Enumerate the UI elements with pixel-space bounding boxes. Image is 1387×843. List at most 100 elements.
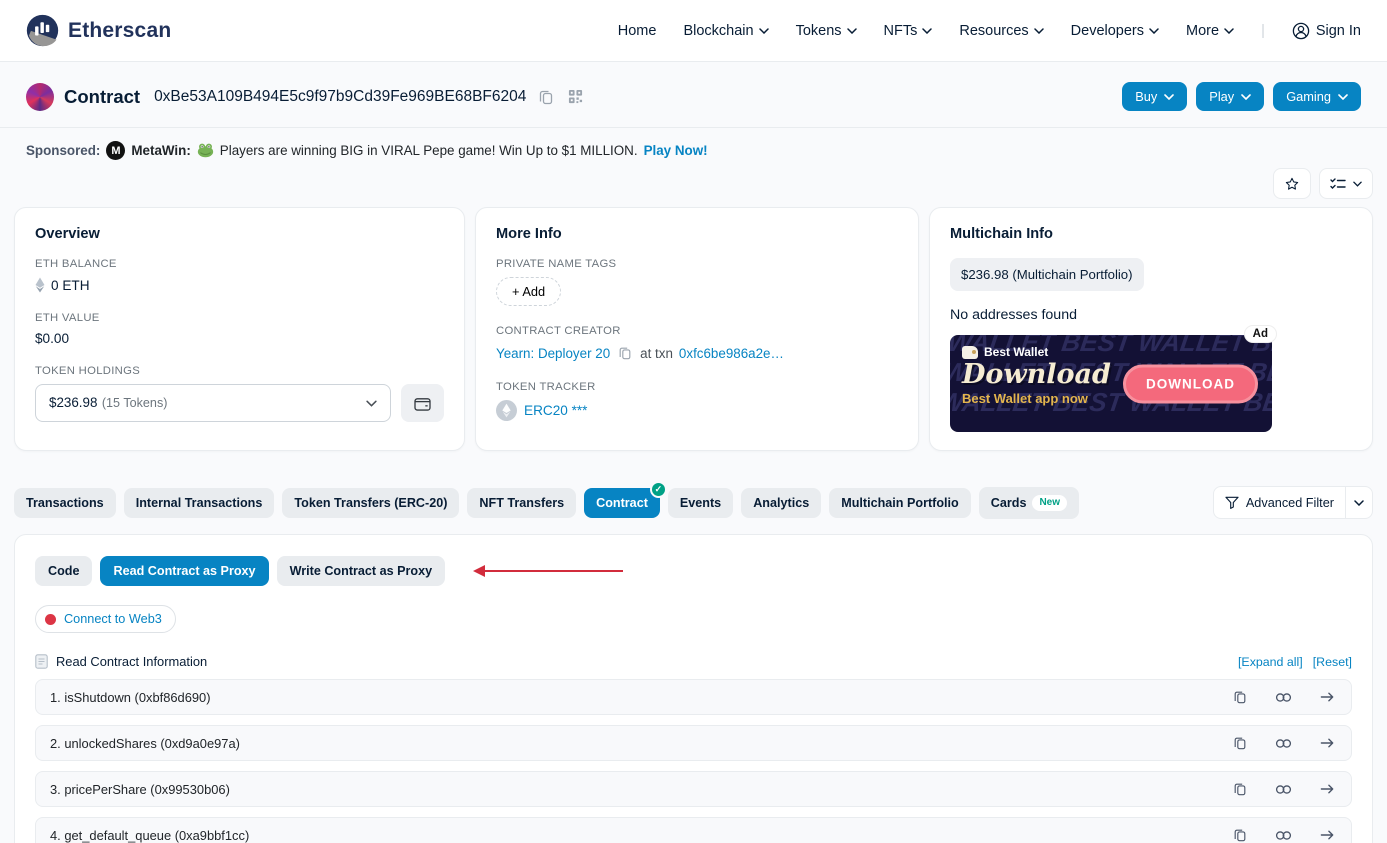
- checklist-icon: [1330, 177, 1346, 191]
- add-name-tag-button[interactable]: + Add: [496, 277, 561, 306]
- subtab-read-contract-as-proxy[interactable]: Read Contract as Proxy: [100, 556, 268, 586]
- creator-link[interactable]: Yearn: Deployer 20: [496, 346, 610, 361]
- tab-contract[interactable]: Contract ✓: [584, 488, 660, 518]
- tab-transactions[interactable]: Transactions: [14, 488, 116, 518]
- nav-item-nfts[interactable]: NFTs: [884, 23, 933, 39]
- subtab-write-contract-as-proxy[interactable]: Write Contract as Proxy: [277, 556, 446, 586]
- utility-row: [0, 160, 1387, 205]
- more-info-card: More Info PRIVATE NAME TAGS + Add CONTRA…: [475, 207, 919, 451]
- link-icon: [1275, 784, 1292, 795]
- nav-item-more[interactable]: More: [1186, 23, 1234, 39]
- open-method-button[interactable]: [1318, 827, 1337, 843]
- open-method-button[interactable]: [1318, 689, 1337, 705]
- copy-icon: [538, 89, 554, 105]
- open-method-button[interactable]: [1318, 781, 1337, 797]
- method-row[interactable]: 2. unlockedShares (0xd9a0e97a): [35, 725, 1352, 761]
- etherscan-logo[interactable]: Etherscan: [26, 14, 171, 47]
- header-actions: Buy Play Gaming: [1122, 82, 1361, 111]
- contract-avatar: [26, 83, 54, 111]
- eth-value: $0.00: [35, 331, 444, 346]
- token-tracker-link[interactable]: ERC20 ***: [524, 403, 587, 418]
- copy-method-button[interactable]: [1231, 826, 1249, 843]
- multichain-info-card: Multichain Info $236.98 (Multichain Port…: [929, 207, 1373, 451]
- nav-item-blockchain[interactable]: Blockchain: [683, 23, 768, 39]
- sponsored-message: Players are winning BIG in VIRAL Pepe ga…: [220, 143, 638, 158]
- new-badge: New: [1032, 495, 1067, 511]
- nav-item-resources[interactable]: Resources: [959, 23, 1043, 39]
- copy-creator-button[interactable]: [616, 344, 634, 362]
- wallet-button[interactable]: [401, 384, 444, 422]
- connection-status-dot: [45, 614, 56, 625]
- verified-check-icon: ✓: [650, 481, 667, 498]
- buy-button[interactable]: Buy: [1122, 82, 1187, 111]
- permalink-button[interactable]: [1273, 782, 1294, 797]
- expand-all-link[interactable]: [Expand all]: [1238, 655, 1303, 669]
- chevron-down-icon: [1241, 94, 1251, 100]
- creation-txn-link[interactable]: 0xfc6be986a2e…: [679, 346, 784, 361]
- favorite-button[interactable]: [1273, 168, 1311, 199]
- filter-dropdown-button[interactable]: [1346, 487, 1372, 518]
- copy-method-button[interactable]: [1231, 688, 1249, 706]
- section-title-text: Read Contract Information: [56, 654, 207, 669]
- chevron-down-icon: [1224, 28, 1234, 34]
- copy-method-button[interactable]: [1231, 780, 1249, 798]
- annotation-arrow-icon: [473, 565, 623, 577]
- permalink-button[interactable]: [1273, 828, 1294, 843]
- sponsored-label: Sponsored:: [26, 143, 100, 158]
- method-row[interactable]: 1. isShutdown (0xbf86d690): [35, 679, 1352, 715]
- multichain-portfolio-badge[interactable]: $236.98 (Multichain Portfolio): [950, 258, 1144, 291]
- tab-cards[interactable]: Cards New: [979, 487, 1079, 519]
- open-method-button[interactable]: [1318, 735, 1337, 751]
- tab-token-transfers[interactable]: Token Transfers (ERC-20): [282, 488, 459, 518]
- nav-item-tokens[interactable]: Tokens: [796, 23, 857, 39]
- method-row[interactable]: 3. pricePerShare (0x99530b06): [35, 771, 1352, 807]
- token-holdings-value: $236.98: [49, 395, 97, 410]
- sponsored-banner: Sponsored: M MetaWin: Players are winnin…: [0, 128, 1387, 160]
- permalink-button[interactable]: [1273, 690, 1294, 705]
- chevron-down-icon: [1354, 500, 1364, 506]
- permalink-button[interactable]: [1273, 736, 1294, 751]
- contract-header: Contract 0xBe53A109B494E5c9f97b9Cd39Fe96…: [0, 62, 1387, 127]
- nav-item-developers[interactable]: Developers: [1071, 23, 1159, 39]
- method-row[interactable]: 4. get_default_queue (0xa9bbf1cc): [35, 817, 1352, 843]
- watchlist-menu-button[interactable]: [1319, 168, 1373, 199]
- eth-value-label: ETH VALUE: [35, 312, 444, 324]
- qr-code-button[interactable]: [566, 87, 585, 106]
- sign-in-button[interactable]: Sign In: [1292, 22, 1361, 40]
- copy-icon: [1233, 690, 1247, 704]
- ad-container: WALLET BEST WALLET BEST WALLET BEST WALL…: [950, 335, 1272, 432]
- chevron-down-icon: [1149, 28, 1159, 34]
- link-icon: [1275, 738, 1292, 749]
- filter-funnel-icon: [1225, 496, 1239, 509]
- copy-icon: [618, 346, 632, 360]
- contract-panel: Code Read Contract as Proxy Write Contra…: [14, 534, 1373, 843]
- play-now-link[interactable]: Play Now!: [644, 143, 708, 158]
- chevron-down-icon: [1353, 181, 1362, 187]
- play-button[interactable]: Play: [1196, 82, 1264, 111]
- copy-address-button[interactable]: [536, 87, 556, 107]
- tab-events[interactable]: Events: [668, 488, 733, 518]
- gaming-button[interactable]: Gaming: [1273, 82, 1361, 111]
- tab-analytics[interactable]: Analytics: [741, 488, 821, 518]
- metawin-logo-icon: M: [106, 141, 125, 160]
- tab-multichain-portfolio[interactable]: Multichain Portfolio: [829, 488, 971, 518]
- ad-download-button[interactable]: DOWNLOAD: [1123, 364, 1258, 403]
- arrow-right-icon: [1320, 691, 1335, 703]
- eth-diamond-icon: [35, 277, 45, 293]
- reset-link[interactable]: [Reset]: [1313, 655, 1352, 669]
- token-holdings-dropdown[interactable]: $236.98 (15 Tokens): [35, 384, 391, 422]
- chevron-down-icon: [1034, 28, 1044, 34]
- connect-to-web3-button[interactable]: Connect to Web3: [35, 605, 176, 633]
- tab-internal-transactions[interactable]: Internal Transactions: [124, 488, 275, 518]
- chevron-down-icon: [1164, 94, 1174, 100]
- copy-method-button[interactable]: [1231, 734, 1249, 752]
- subtab-code[interactable]: Code: [35, 556, 92, 586]
- tab-nft-transfers[interactable]: NFT Transfers: [467, 488, 576, 518]
- best-wallet-ad[interactable]: WALLET BEST WALLET BEST WALLET BEST WALL…: [950, 335, 1272, 432]
- method-label: 4. get_default_queue (0xa9bbf1cc): [50, 828, 249, 843]
- chevron-down-icon: [847, 28, 857, 34]
- advanced-filter-button[interactable]: Advanced Filter: [1214, 487, 1345, 518]
- nav-item-home[interactable]: Home: [618, 23, 657, 39]
- summary-cards: Overview ETH BALANCE 0 ETH ETH VALUE $0.…: [0, 205, 1387, 451]
- ad-brand-name: Best Wallet: [984, 345, 1048, 359]
